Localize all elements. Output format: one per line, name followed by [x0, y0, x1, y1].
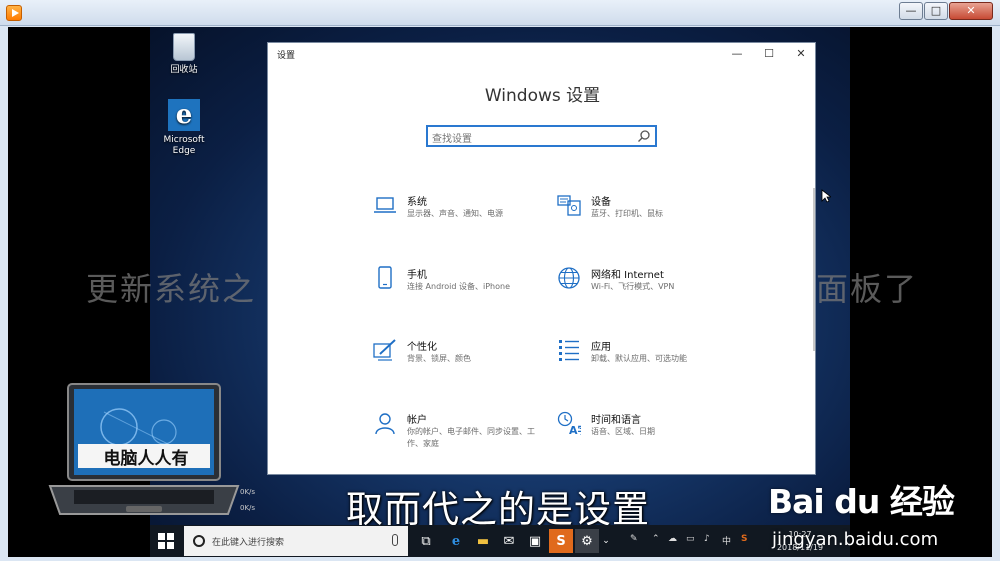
player-logo-icon: [6, 5, 22, 21]
settings-tile-devices[interactable]: 设备 蓝牙、打印机、鼠标: [557, 193, 727, 241]
settings-maximize-button[interactable]: ☐: [753, 45, 785, 63]
cloud-icon[interactable]: ☁: [668, 534, 677, 544]
windows-taskbar: 在此键入进行搜索 ⧉ e ▬ ✉ ▣ S ⚙ ⌄ ✎ ⌃ ☁ ▭ ♪ 中 S 1…: [150, 525, 850, 557]
tile-description: 显示器、声音、通知、电源: [407, 209, 503, 218]
baidu-logo: Bai du 经验: [768, 482, 955, 521]
recycle-bin-icon: [173, 33, 195, 61]
paint-brush-icon: [373, 339, 396, 361]
network-icon[interactable]: ▭: [686, 534, 695, 544]
tile-description: 你的帐户、电子邮件、同步设置、工作、家庭: [407, 427, 535, 448]
baidu-url: jingyan.baidu.com: [772, 529, 939, 550]
tile-name: 时间和语言: [591, 415, 641, 426]
person-icon: [375, 413, 395, 435]
settings-search-input[interactable]: [432, 130, 632, 149]
taskbar-search-text: 在此键入进行搜索: [212, 538, 285, 548]
settings-tile-apps[interactable]: 应用 卸载、默认应用、可选功能: [557, 338, 727, 386]
tile-description: 语音、区域、日期: [591, 427, 655, 436]
tile-description: 连接 Android 设备、iPhone: [407, 282, 511, 291]
tile-name: 应用: [591, 342, 611, 353]
tile-name: 帐户: [407, 415, 427, 426]
sublime-app-icon[interactable]: S: [549, 529, 573, 553]
video-stage: 回收站 e Microsoft Edge 更新系统之 面板了 设置 — ☐ ✕ …: [8, 27, 992, 557]
settings-tile-system[interactable]: 系统 显示器、声音、通知、电源: [373, 193, 543, 241]
microphone-icon[interactable]: [392, 534, 398, 546]
laptop-icon: [374, 197, 396, 213]
settings-window-title: 设置: [277, 51, 296, 61]
settings-close-button[interactable]: ✕: [785, 45, 817, 63]
desktop-icon-label: Microsoft Edge: [163, 135, 205, 156]
overlay-ghost-text-left: 更新系统之: [86, 270, 257, 308]
globe-icon: [558, 267, 580, 289]
net-download-speed: 0K/s: [240, 504, 256, 512]
settings-search-box[interactable]: [426, 125, 657, 149]
video-player-window: — □ ✕ 回收站 e Microsoft Edge 更新系统之 面板了 设置 …: [0, 0, 1000, 561]
apps-list-icon: [559, 340, 579, 361]
overlay-ghost-text-right: 面板了: [816, 270, 919, 308]
player-close-button[interactable]: ✕: [949, 2, 993, 20]
settings-tile-network[interactable]: 网络和 Internet Wi-Fi、飞行模式、VPN: [557, 266, 727, 314]
settings-minimize-button[interactable]: —: [721, 45, 753, 63]
time-language-icon: A字: [557, 411, 581, 435]
edge-browser-icon: e: [168, 99, 200, 131]
tile-name: 网络和 Internet: [591, 270, 664, 281]
chevron-up-icon[interactable]: ⌃: [652, 534, 660, 544]
mouse-cursor-icon: [821, 189, 831, 203]
tile-name: 设备: [591, 197, 611, 208]
input-language[interactable]: 中: [722, 534, 731, 547]
phone-icon: [378, 266, 392, 289]
tile-description: 蓝牙、打印机、鼠标: [591, 209, 663, 218]
tile-description: 背景、锁屏、颜色: [407, 354, 471, 363]
windows-start-icon[interactable]: [158, 533, 174, 549]
search-icon: [638, 130, 650, 142]
baidu-jingyan-watermark: Bai du 经验 jingyan.baidu.com: [768, 475, 978, 557]
settings-window: 设置 — ☐ ✕ Windows 设置 系统 显示器、声音、通知、电源: [267, 42, 831, 475]
sogou-input-icon[interactable]: S: [741, 534, 747, 544]
player-titlebar[interactable]: — □ ✕: [0, 0, 1000, 26]
mail-icon[interactable]: ✉: [497, 529, 521, 553]
player-minimize-button[interactable]: —: [899, 2, 923, 20]
settings-gear-icon[interactable]: ⚙: [575, 529, 599, 553]
keyboard-printer-icon: [557, 195, 581, 216]
settings-tile-accounts[interactable]: 帐户 你的帐户、电子邮件、同步设置、工作、家庭: [373, 411, 543, 459]
desktop-icon-edge[interactable]: e Microsoft Edge: [154, 99, 214, 157]
svg-text:A字: A字: [569, 423, 581, 435]
task-view-icon[interactable]: ⧉: [414, 529, 438, 553]
settings-tile-time-language[interactable]: A字 时间和语言 语音、区域、日期: [557, 411, 727, 459]
edge-taskbar-icon[interactable]: e: [444, 529, 468, 553]
player-maximize-button[interactable]: □: [924, 2, 948, 20]
tile-name: 个性化: [407, 342, 437, 353]
brand-text: 电脑人人有: [103, 449, 189, 469]
settings-scrollbar[interactable]: [813, 188, 815, 351]
cortana-icon: [193, 535, 205, 547]
tile-description: 卸载、默认应用、可选功能: [591, 354, 687, 363]
pen-icon[interactable]: ✎: [630, 534, 638, 544]
desktop-icon-recycle-bin[interactable]: 回收站: [154, 33, 214, 76]
settings-tile-personalization[interactable]: 个性化 背景、锁屏、颜色: [373, 338, 543, 386]
store-icon[interactable]: ▣: [523, 529, 547, 553]
tile-description: Wi-Fi、飞行模式、VPN: [591, 282, 675, 291]
file-explorer-icon[interactable]: ▬: [471, 529, 495, 553]
settings-heading: Windows 设置: [484, 86, 601, 106]
tile-name: 手机: [407, 270, 427, 281]
taskbar-search-box[interactable]: 在此键入进行搜索: [184, 526, 408, 556]
chevron-down-icon[interactable]: ⌄: [600, 529, 612, 553]
desktop-icon-label: 回收站: [170, 65, 198, 75]
volume-icon[interactable]: ♪: [704, 534, 710, 544]
net-upload-speed: 0K/s: [240, 488, 256, 496]
settings-tile-phone[interactable]: 手机 连接 Android 设备、iPhone: [373, 266, 543, 314]
tile-name: 系统: [407, 197, 427, 208]
